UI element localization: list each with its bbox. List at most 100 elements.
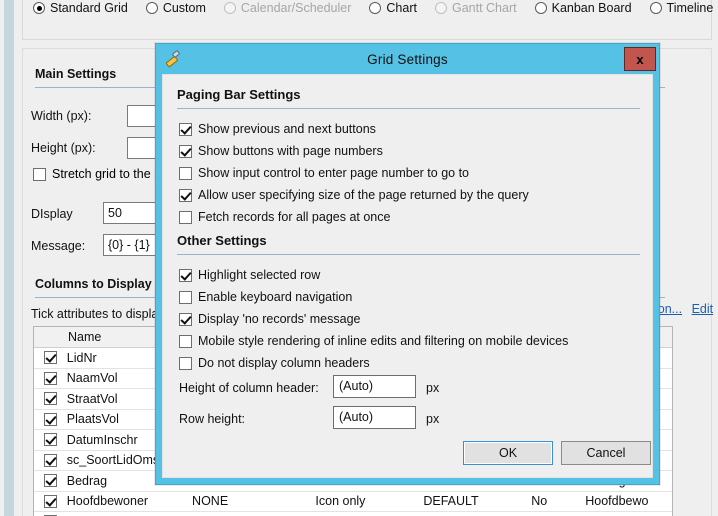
radio-mark-icon bbox=[534, 2, 547, 14]
message-label: Message: bbox=[31, 239, 86, 253]
radio-custom[interactable]: Custom bbox=[145, 1, 206, 15]
checkbox-label: Show input control to enter page number … bbox=[198, 166, 470, 180]
checkbox[interactable] bbox=[179, 210, 192, 224]
widget-type-radio-group[interactable]: Standard Grid Custom Calendar/Scheduler Cha… bbox=[33, 1, 718, 15]
paging-checkbox-row-0[interactable]: Show previous and next buttons bbox=[179, 122, 376, 136]
radio-kanban-board[interactable]: Kanban Board bbox=[534, 1, 632, 15]
scrollbar-gutter bbox=[14, 0, 22, 516]
other-checkbox-row-3[interactable]: Mobile style rendering of inline edits a… bbox=[179, 334, 568, 348]
paging-divider bbox=[177, 108, 640, 109]
row-checkbox[interactable] bbox=[43, 474, 57, 488]
radio-calendar-scheduler: Calendar/Scheduler bbox=[223, 1, 351, 15]
dialog-titlebar[interactable]: Grid Settings x bbox=[156, 44, 659, 74]
table-row[interactable]: Hoofdbewoner NONE Icon only DEFAULT No Hoofdb… bbox=[34, 492, 672, 512]
row-checkbox[interactable] bbox=[43, 392, 57, 406]
stretch-grid-checkbox[interactable] bbox=[33, 167, 46, 181]
stretch-grid-label: Stretch grid to the b bbox=[52, 167, 162, 181]
row-height-label: Row height: bbox=[179, 412, 246, 426]
checkbox[interactable] bbox=[179, 356, 192, 370]
vertical-scrollbar[interactable] bbox=[4, 0, 14, 516]
checkbox[interactable] bbox=[179, 312, 192, 326]
row-checkbox[interactable] bbox=[43, 351, 57, 365]
paging-checkbox-row-3[interactable]: Allow user specifying size of the page r… bbox=[179, 188, 529, 202]
ok-button[interactable]: OK bbox=[463, 441, 553, 465]
checkbox-label: Enable keyboard navigation bbox=[198, 290, 353, 304]
checkbox[interactable] bbox=[179, 122, 192, 136]
radio-label: Chart bbox=[386, 1, 417, 15]
checkbox-label: Show previous and next buttons bbox=[198, 122, 376, 136]
row-checkbox[interactable] bbox=[43, 433, 57, 447]
checkbox-label: Display 'no records' message bbox=[198, 312, 361, 326]
paging-checkbox-row-1[interactable]: Show buttons with page numbers bbox=[179, 144, 383, 158]
checkbox[interactable] bbox=[179, 334, 192, 348]
checkbox-label: Allow user specifying size of the page r… bbox=[198, 188, 529, 202]
radio-mark-icon bbox=[223, 2, 236, 14]
grid-settings-icon bbox=[164, 50, 182, 68]
cancel-button[interactable]: Cancel bbox=[561, 441, 651, 465]
row-checkbox[interactable] bbox=[43, 494, 57, 508]
radio-mark-icon bbox=[434, 2, 447, 14]
dialog-body: Paging Bar Settings Show previous and ne… bbox=[162, 74, 653, 478]
row-height-unit: px bbox=[426, 412, 440, 426]
height-label: Height (px): bbox=[31, 141, 96, 155]
radio-gantt-chart: Gantt Chart bbox=[434, 1, 517, 15]
link-edit[interactable]: Edit bbox=[692, 302, 714, 316]
checkbox[interactable] bbox=[179, 144, 192, 158]
columns-hint: Tick attributes to displa bbox=[31, 307, 159, 321]
close-icon[interactable]: x bbox=[624, 47, 656, 71]
radio-standard-grid[interactable]: Standard Grid bbox=[33, 1, 128, 15]
row-checkbox[interactable] bbox=[43, 453, 57, 467]
checkbox[interactable] bbox=[179, 166, 192, 180]
radio-mark-icon bbox=[145, 2, 158, 14]
paging-checkbox-row-4[interactable]: Fetch records for all pages at once bbox=[179, 210, 390, 224]
row-height-input[interactable]: (Auto) bbox=[333, 406, 416, 429]
radio-label: Kanban Board bbox=[551, 1, 632, 15]
cell-v5: Hoofdbewo bbox=[585, 494, 649, 509]
columns-heading: Columns to Display bbox=[35, 277, 152, 291]
other-checkbox-row-2[interactable]: Display 'no records' message bbox=[179, 312, 360, 326]
radio-mark-icon bbox=[33, 2, 45, 14]
checkbox[interactable] bbox=[179, 268, 192, 282]
cell-v4: No bbox=[531, 494, 548, 509]
other-divider bbox=[177, 254, 640, 255]
other-checkbox-row-0[interactable]: Highlight selected row bbox=[179, 268, 320, 282]
radio-label: Gantt Chart bbox=[451, 1, 517, 15]
header-height-label: Height of column header: bbox=[179, 381, 319, 395]
other-checkbox-row-4[interactable]: Do not display column headers bbox=[179, 356, 370, 370]
row-checkbox[interactable] bbox=[43, 412, 57, 426]
dialog-title: Grid Settings bbox=[367, 51, 448, 67]
cell-v3: DEFAULT bbox=[423, 494, 479, 509]
grid-settings-dialog: Grid Settings x Paging Bar Settings Show… bbox=[155, 43, 660, 485]
main-settings-heading: Main Settings bbox=[35, 67, 117, 81]
header-height-input[interactable]: (Auto) bbox=[333, 375, 416, 398]
stretch-grid-checkbox-row[interactable]: Stretch grid to the b bbox=[33, 167, 161, 181]
checkbox-label: Fetch records for all pages at once bbox=[198, 210, 391, 224]
radio-mark-icon bbox=[649, 2, 662, 14]
radio-mark-icon bbox=[369, 2, 382, 14]
cell-name: Hoofdbewoner bbox=[66, 494, 149, 509]
widget-type-groupbox: Widget type Standard GridCustomCalendar/… bbox=[22, 0, 713, 40]
grid-action-links[interactable]: ion... Edit bbox=[655, 302, 718, 316]
cell-v1: NONE bbox=[192, 494, 229, 509]
radio-chart[interactable]: Chart bbox=[369, 1, 417, 15]
radio-timeline[interactable]: Timeline bbox=[649, 1, 714, 15]
checkbox-label: Highlight selected row bbox=[198, 268, 321, 282]
width-label: Width (px): bbox=[31, 109, 92, 123]
row-checkbox[interactable] bbox=[43, 371, 57, 385]
radio-label: Custom bbox=[162, 1, 206, 15]
checkbox-label: Do not display column headers bbox=[198, 356, 370, 370]
paging-heading: Paging Bar Settings bbox=[177, 87, 301, 102]
cell-v2: Icon only bbox=[315, 494, 366, 509]
checkbox-label: Show buttons with page numbers bbox=[198, 144, 383, 158]
radio-label: Standard Grid bbox=[50, 1, 128, 15]
radio-label: Timeline bbox=[666, 1, 714, 15]
checkbox[interactable] bbox=[179, 188, 192, 202]
table-row[interactable]: StatusNONEValue onlyDEFAULTNoStatus bbox=[34, 512, 672, 516]
paging-checkbox-row-2[interactable]: Show input control to enter page number … bbox=[179, 166, 469, 180]
checkbox[interactable] bbox=[179, 290, 192, 304]
app-window: Widget type Standard GridCustomCalendar/… bbox=[0, 0, 718, 516]
other-heading: Other Settings bbox=[177, 233, 267, 248]
header-height-unit: px bbox=[426, 381, 440, 395]
other-checkbox-row-1[interactable]: Enable keyboard navigation bbox=[179, 290, 352, 304]
checkbox-label: Mobile style rendering of inline edits a… bbox=[198, 334, 569, 348]
